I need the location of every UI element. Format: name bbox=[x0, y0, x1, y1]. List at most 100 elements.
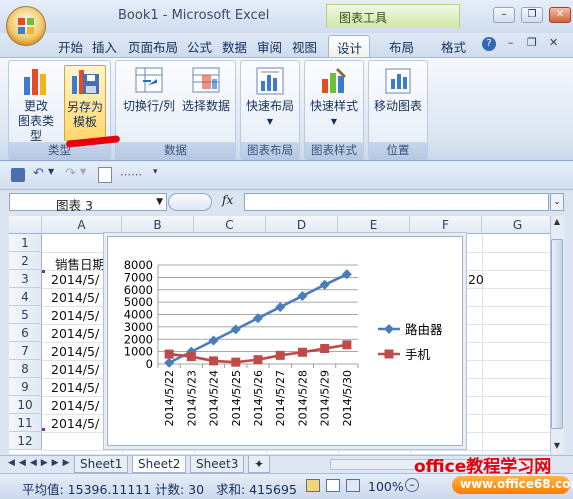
select-all-corner[interactable] bbox=[9, 216, 42, 234]
row-header-9[interactable]: 9 bbox=[9, 378, 42, 396]
group-location: 移动图表 位置 bbox=[368, 60, 428, 160]
cell-a8[interactable]: 2014/5/ bbox=[51, 362, 99, 377]
selection-handle-icon[interactable] bbox=[42, 428, 45, 431]
tab-format[interactable]: 格式 bbox=[437, 35, 470, 57]
vertical-scroll-thumb[interactable] bbox=[551, 239, 563, 429]
column-header-d[interactable]: D bbox=[266, 216, 338, 234]
row-header-6[interactable]: 6 bbox=[9, 324, 42, 342]
sheet-tab-3[interactable]: Sheet3 bbox=[190, 456, 245, 473]
column-header-c[interactable]: C bbox=[194, 216, 266, 234]
name-box[interactable]: 图表 3 ▼ bbox=[9, 193, 167, 213]
data-point-2 bbox=[342, 340, 352, 350]
help-icon[interactable]: ? bbox=[482, 37, 496, 51]
normal-view-icon[interactable] bbox=[306, 479, 320, 492]
data-point-1 bbox=[297, 290, 308, 301]
sheet-nav-icon[interactable]: ◀◀◀▶▶▶ bbox=[8, 458, 74, 468]
sheet-tab-2[interactable]: Sheet2 bbox=[132, 456, 187, 473]
tab-layout[interactable]: 布局 bbox=[385, 35, 418, 57]
selection-handle-icon[interactable] bbox=[42, 270, 45, 273]
column-header-e[interactable]: E bbox=[338, 216, 410, 234]
x-tick-label: 2014/5/25 bbox=[230, 370, 243, 426]
cell-a3[interactable]: 2014/5/ bbox=[51, 272, 99, 287]
row-header-3[interactable]: 3 bbox=[9, 270, 42, 288]
row-header-10[interactable]: 10 bbox=[9, 396, 42, 414]
save-template-label-1: 另存为 bbox=[66, 100, 103, 114]
row-header-5[interactable]: 5 bbox=[9, 306, 42, 324]
tab-page-layout[interactable]: 页面布局 bbox=[124, 35, 182, 57]
ribbon-close-icon[interactable]: ✕ bbox=[549, 36, 558, 49]
ribbon-restore-icon[interactable]: ❐ bbox=[527, 36, 537, 49]
row-header-7[interactable]: 7 bbox=[9, 342, 42, 360]
zoom-level[interactable]: 100% bbox=[368, 479, 404, 494]
quick-layout-button[interactable]: 快速布局 ▼ bbox=[244, 65, 296, 129]
undo-dropdown-icon[interactable]: ▼ bbox=[48, 167, 54, 176]
formula-bar-divider[interactable] bbox=[168, 193, 212, 211]
scroll-up-icon[interactable]: ▲ bbox=[551, 217, 563, 229]
tab-review[interactable]: 审阅 bbox=[253, 35, 286, 57]
office-button[interactable] bbox=[6, 6, 46, 46]
cell-a10[interactable]: 2014/5/ bbox=[51, 398, 99, 413]
bar-chart-icon bbox=[20, 65, 52, 97]
cell-a9[interactable]: 2014/5/ bbox=[51, 380, 99, 395]
switch-row-column-button[interactable]: 切换行/列 bbox=[120, 65, 178, 114]
column-header-b[interactable]: B bbox=[122, 216, 194, 234]
scroll-down-icon[interactable]: ▼ bbox=[551, 441, 563, 453]
minimize-button[interactable]: – bbox=[493, 7, 515, 23]
sheet-tab-1[interactable]: Sheet1 bbox=[74, 456, 129, 473]
undo-icon[interactable]: ↶ bbox=[33, 166, 44, 181]
cell-a6[interactable]: 2014/5/ bbox=[51, 326, 99, 341]
cell-a7[interactable]: 2014/5/ bbox=[51, 344, 99, 359]
quick-layout-icon bbox=[254, 65, 286, 97]
column-header-g[interactable]: G bbox=[482, 216, 550, 234]
data-point-2 bbox=[231, 357, 241, 367]
formula-input[interactable] bbox=[244, 193, 549, 211]
data-point-2 bbox=[297, 347, 307, 357]
change-chart-type-button[interactable]: 更改 图表类型 bbox=[14, 65, 58, 144]
row-header-8[interactable]: 8 bbox=[9, 360, 42, 378]
office-logo-icon bbox=[16, 16, 36, 36]
select-data-button[interactable]: 选择数据 bbox=[179, 65, 233, 114]
y-tick-label: 3000 bbox=[124, 320, 153, 334]
restore-button[interactable]: ❐ bbox=[521, 7, 543, 23]
embedded-line-chart[interactable]: 0 1000 2000 3000 4000 5000 6000 7000 8000 2014/5/… bbox=[107, 236, 463, 446]
quick-access-toolbar: ↶ ▼ ↷ ▼ ⋯⋯ ▾ bbox=[0, 162, 573, 190]
cell-a2[interactable]: 销售日期 bbox=[55, 254, 105, 273]
row-header-1[interactable]: 1 bbox=[9, 234, 42, 252]
tab-insert[interactable]: 插入 bbox=[88, 35, 121, 57]
move-chart-icon bbox=[382, 65, 414, 97]
cell-a4[interactable]: 2014/5/ bbox=[51, 290, 99, 305]
x-tick-label: 2014/5/22 bbox=[163, 370, 176, 426]
group-chart-style-label: 图表样式 bbox=[305, 142, 363, 159]
zoom-out-icon[interactable]: – bbox=[405, 478, 419, 492]
row-header-11[interactable]: 11 bbox=[9, 414, 42, 432]
page-layout-view-icon[interactable] bbox=[326, 479, 340, 492]
tab-design[interactable]: 设计 bbox=[328, 35, 370, 57]
quick-style-button[interactable]: 快速样式 ▼ bbox=[308, 65, 360, 129]
tab-data[interactable]: 数据 bbox=[218, 35, 251, 57]
insert-function-icon[interactable]: fx bbox=[222, 193, 242, 211]
x-tick-label: 2014/5/26 bbox=[252, 370, 265, 426]
column-header-a[interactable]: A bbox=[42, 216, 122, 234]
print-preview-icon[interactable] bbox=[98, 167, 112, 183]
save-icon[interactable] bbox=[11, 168, 25, 182]
page-break-view-icon[interactable] bbox=[346, 479, 360, 492]
ribbon-minimize-icon[interactable]: – bbox=[508, 36, 514, 49]
selection-icon[interactable]: ⋯⋯ bbox=[120, 168, 142, 181]
move-chart-button[interactable]: 移动图表 bbox=[372, 65, 424, 114]
tab-home[interactable]: 开始 bbox=[54, 35, 87, 57]
tab-view[interactable]: 视图 bbox=[288, 35, 321, 57]
save-as-template-button[interactable]: 另存为 模板 bbox=[64, 65, 106, 141]
column-header-f[interactable]: F bbox=[410, 216, 482, 234]
row-header-4[interactable]: 4 bbox=[9, 288, 42, 306]
customize-qat-icon[interactable]: ▾ bbox=[153, 167, 158, 177]
tab-formulas[interactable]: 公式 bbox=[183, 35, 216, 57]
close-button[interactable]: ✕ bbox=[549, 7, 571, 23]
expand-formula-bar-icon[interactable]: ⌄ bbox=[550, 193, 564, 211]
row-header-12[interactable]: 12 bbox=[9, 432, 42, 450]
cell-a5[interactable]: 2014/5/ bbox=[51, 308, 99, 323]
insert-sheet-icon[interactable]: ✦ bbox=[248, 456, 270, 473]
row-header-2[interactable]: 2 bbox=[9, 252, 42, 270]
name-box-dropdown-icon[interactable]: ▼ bbox=[156, 197, 163, 207]
cell-a11[interactable]: 2014/5/ bbox=[51, 416, 99, 431]
redo-dropdown-icon: ▼ bbox=[80, 167, 87, 176]
